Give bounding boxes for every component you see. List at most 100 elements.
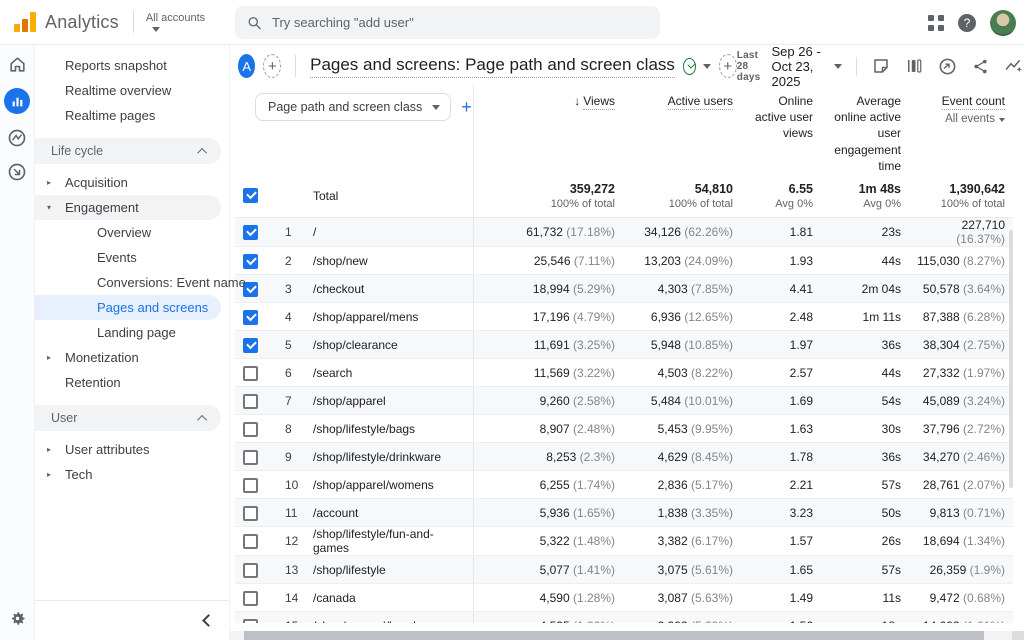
page-path-cell: /shop/lifestyle/drinkware [305, 443, 473, 471]
online-views-cell: 1.78 [741, 443, 821, 471]
views-cell: 61,732 (17.18%) [473, 218, 623, 247]
explore-icon[interactable] [7, 128, 27, 148]
sidebar-item-landing-page[interactable]: Landing page [35, 320, 229, 345]
online-views-cell: 1.63 [741, 415, 821, 443]
sidebar-item-events[interactable]: Events [35, 245, 229, 270]
insights-spark-icon[interactable] [1004, 57, 1024, 75]
row-checkbox[interactable] [243, 394, 258, 409]
search-bar[interactable] [235, 6, 660, 39]
sidebar-item-label: Overview [97, 225, 151, 240]
avg-time-cell: 57s [821, 556, 909, 584]
sidebar-item-label: Pages and screens [97, 300, 208, 315]
column-header-event-count[interactable]: Event count All events [909, 85, 1013, 174]
sidebar-item-pages-and-screens[interactable]: Pages and screens [35, 295, 221, 320]
active-users-cell: 4,303 (7.85%) [623, 275, 741, 303]
user-avatar[interactable] [990, 10, 1016, 36]
sidebar-section-user[interactable]: User [35, 405, 221, 431]
sidebar-item-overview[interactable]: Overview [35, 220, 229, 245]
row-checkbox[interactable] [243, 506, 258, 521]
dimension-selector-label: Page path and screen class [268, 99, 422, 116]
help-icon[interactable]: ? [958, 14, 976, 32]
horizontal-scrollbar[interactable] [244, 631, 984, 640]
sidebar-item-user-attributes[interactable]: ▸User attributes [35, 437, 229, 462]
page-path-cell: /shop/apparel [305, 387, 473, 415]
sidebar-item-conversions-event-name[interactable]: Conversions: Event name [35, 270, 229, 295]
row-checkbox[interactable] [243, 366, 258, 381]
property-badge[interactable]: A [238, 54, 255, 78]
sidebar-item-monetization[interactable]: ▸Monetization [35, 345, 229, 370]
sidebar-item-realtime-overview[interactable]: Realtime overview [35, 78, 229, 103]
row-index: 14 [277, 584, 305, 612]
row-checkbox[interactable] [243, 450, 258, 465]
sidebar-item-tech[interactable]: ▸Tech [35, 462, 229, 487]
advertising-icon[interactable] [7, 162, 27, 182]
reports-icon[interactable] [4, 88, 30, 114]
online-views-cell: 1.65 [741, 556, 821, 584]
row-index: 15 [277, 612, 305, 623]
add-dimension-button[interactable]: + [461, 95, 472, 119]
row-checkbox[interactable] [243, 534, 258, 549]
event-filter[interactable]: All events [917, 112, 1005, 128]
row-checkbox[interactable] [243, 591, 258, 606]
vertical-scrollbar[interactable] [1009, 230, 1013, 488]
row-checkbox[interactable] [243, 478, 258, 493]
row-checkbox[interactable] [243, 422, 258, 437]
column-header-views[interactable]: ↓Views [473, 85, 623, 174]
home-icon[interactable] [8, 55, 27, 74]
row-checkbox[interactable] [243, 563, 258, 578]
search-input[interactable] [272, 15, 648, 30]
insights-circle-icon[interactable] [938, 57, 957, 76]
avg-time-cell: 26s [821, 527, 909, 556]
apps-grid-icon[interactable] [928, 15, 944, 31]
caret-right-icon: ▸ [47, 178, 51, 187]
row-index: 10 [277, 471, 305, 499]
page-path-cell: /shop/lifestyle/fun-and-games [305, 527, 473, 556]
chevron-down-icon[interactable] [834, 64, 842, 69]
sidebar-item-retention[interactable]: Retention [35, 370, 229, 395]
avg-time-cell: 30s [821, 415, 909, 443]
total-checkbox[interactable] [243, 188, 258, 203]
chevron-up-icon [197, 414, 207, 424]
add-comparison-button[interactable]: + [263, 54, 281, 78]
page-path-cell: /shop/lifestyle/bags [305, 415, 473, 443]
sidebar-item-acquisition[interactable]: ▸Acquisition [35, 170, 229, 195]
row-checkbox[interactable] [243, 619, 258, 623]
column-header-online-views[interactable]: Online active user views [741, 85, 821, 174]
avg-time-cell: 11s [821, 584, 909, 612]
collapse-sidebar-icon[interactable] [202, 614, 215, 627]
sidebar-item-engagement[interactable]: ▾Engagement [35, 195, 221, 220]
caret-right-icon: ▸ [47, 470, 51, 479]
row-checkbox[interactable] [243, 338, 258, 353]
sidebar-item-reports-snapshot[interactable]: Reports snapshot [35, 53, 229, 78]
analytics-logo-icon[interactable] [14, 12, 36, 32]
date-range-value[interactable]: Sep 26 - Oct 23, 2025 [772, 44, 826, 89]
chevron-down-icon[interactable] [703, 64, 711, 69]
compare-icon[interactable] [905, 57, 923, 75]
sidebar-item-label: Monetization [65, 350, 139, 365]
page-path-cell: /account [305, 499, 473, 527]
dimension-selector[interactable]: Page path and screen class [255, 93, 451, 121]
views-cell: 11,691 (3.25%) [473, 331, 623, 359]
column-header-avg-engagement[interactable]: Average online active user engagement ti… [821, 85, 909, 174]
sidebar-section-label: Life cycle [51, 144, 103, 158]
account-selector[interactable]: All accounts [146, 12, 205, 32]
chevron-up-icon [197, 147, 207, 157]
total-label: Total [305, 174, 473, 218]
report-ok-badge-icon[interactable] [683, 58, 696, 75]
table-row: 11 /account 5,936 (1.65%) 1,838 (3.35%) … [235, 499, 1013, 527]
share-icon[interactable] [972, 58, 989, 75]
online-views-cell: 1.56 [741, 612, 821, 623]
sidebar-item-realtime-pages[interactable]: Realtime pages [35, 103, 229, 128]
divider [295, 55, 296, 77]
page-title[interactable]: Pages and screens: Page path and screen … [310, 55, 675, 78]
admin-gear-icon[interactable] [0, 609, 35, 628]
note-icon[interactable] [872, 57, 890, 75]
sidebar-section-life-cycle[interactable]: Life cycle [35, 138, 221, 164]
online-views-cell: 2.21 [741, 471, 821, 499]
add-report-button[interactable]: + [719, 54, 737, 78]
row-checkbox[interactable] [243, 254, 258, 269]
column-header-active-users[interactable]: Active users [623, 85, 741, 174]
row-checkbox[interactable] [243, 310, 258, 325]
row-checkbox[interactable] [243, 225, 258, 240]
event-count-cell: 28,761 (2.07%) [909, 471, 1013, 499]
